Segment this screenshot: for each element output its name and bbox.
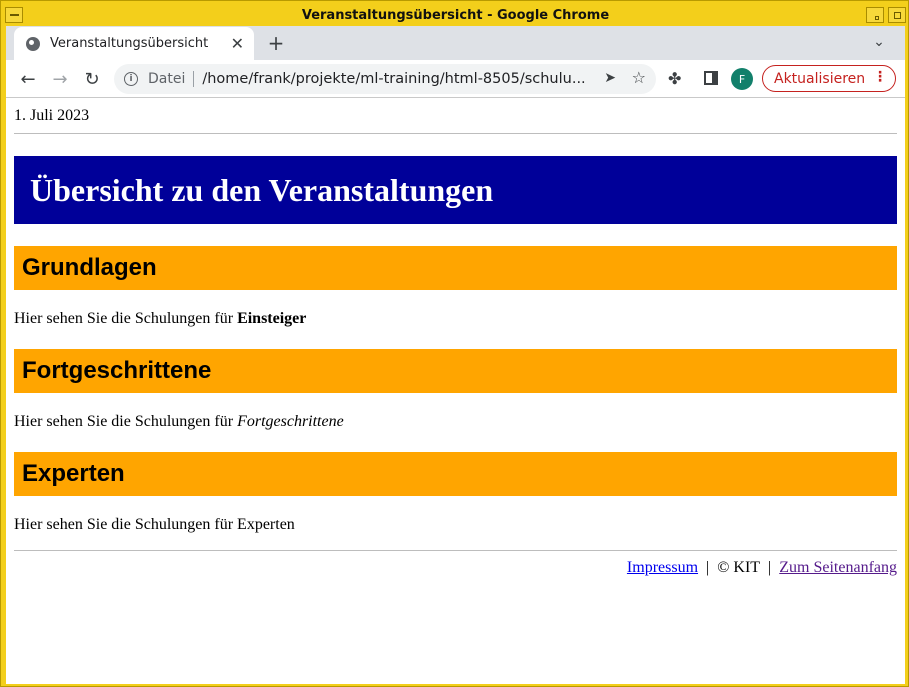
window-titlebar[interactable]: Veranstaltungsübersicht - Google Chrome	[5, 5, 906, 25]
profile-avatar[interactable]: F	[731, 68, 753, 90]
footer-separator: |	[706, 559, 710, 576]
tab-title: Veranstaltungsübersicht	[50, 36, 209, 51]
side-panel-icon[interactable]	[704, 71, 718, 85]
back-to-top-link[interactable]: Zum Seitenanfang	[779, 559, 897, 576]
section-text-prefix: Hier sehen Sie die Schulungen für	[14, 413, 238, 430]
address-bar[interactable]: i Datei /home/frank/projekte/ml-training…	[114, 64, 656, 94]
bookmark-star-icon[interactable]: ☆	[632, 68, 646, 87]
scheme-label: Datei	[148, 71, 186, 87]
send-icon[interactable]: ➤	[604, 70, 616, 86]
tab-search-button[interactable]: ⌄	[869, 32, 889, 52]
menu-dots-icon[interactable]: ⋮	[873, 69, 887, 85]
maximize-button[interactable]	[888, 7, 906, 23]
extensions-icon[interactable]: ✤	[668, 69, 681, 88]
browser-toolbar: ← → ↻ i Datei /home/frank/projekte/ml-tr…	[6, 60, 905, 98]
reload-button[interactable]: ↻	[80, 67, 104, 91]
tab-close-icon[interactable]: ✕	[231, 35, 244, 52]
maximize-icon	[893, 11, 901, 19]
back-button[interactable]: ←	[16, 67, 40, 91]
top-divider	[14, 133, 897, 134]
footer-divider	[14, 550, 897, 551]
minimize-icon	[875, 15, 879, 20]
section-text-grundlagen: Hier sehen Sie die Schulungen für Einste…	[14, 310, 897, 328]
url-text[interactable]: /home/frank/projekte/ml-training/html-85…	[202, 71, 587, 87]
browser-window: Veranstaltungsübersicht - Google Chrome …	[0, 0, 909, 687]
tab-active[interactable]: Veranstaltungsübersicht ✕	[14, 27, 254, 60]
section-heading-experten: Experten	[14, 452, 897, 496]
section-text-prefix: Hier sehen Sie die Schulungen für	[14, 310, 238, 327]
section-text-emphasis: Einsteiger	[237, 310, 307, 327]
section-heading-grundlagen: Grundlagen	[14, 246, 897, 290]
chrome-frame: Veranstaltungsübersicht ✕ + ⌄ ← → ↻ i Da…	[6, 26, 905, 684]
footer-separator: |	[768, 559, 772, 576]
window-title: Veranstaltungsübersicht - Google Chrome	[301, 7, 610, 23]
update-label: Aktualisieren	[774, 70, 866, 87]
window-menu-icon	[9, 14, 19, 16]
new-tab-button[interactable]: +	[264, 31, 288, 55]
minimize-button[interactable]	[866, 7, 884, 23]
window-menu-button[interactable]	[5, 7, 23, 23]
update-button[interactable]: Aktualisieren ⋮	[762, 65, 896, 92]
page-content: 1. Juli 2023 Übersicht zu den Veranstalt…	[6, 99, 905, 684]
section-heading-fortgeschrittene: Fortgeschrittene	[14, 349, 897, 393]
impressum-link[interactable]: Impressum	[627, 559, 698, 576]
info-icon[interactable]: i	[124, 72, 138, 86]
page-date: 1. Juli 2023	[14, 107, 90, 124]
globe-icon	[26, 36, 40, 51]
section-text-emphasis: Fortgeschrittene	[237, 413, 344, 430]
section-text-fortgeschrittene: Hier sehen Sie die Schulungen für Fortge…	[14, 413, 897, 431]
page-title: Übersicht zu den Veranstaltungen	[14, 156, 897, 224]
omnibox-divider	[193, 71, 195, 87]
forward-button[interactable]: →	[48, 67, 72, 91]
page-footer: Impressum | © KIT | Zum Seitenanfang	[14, 559, 897, 577]
copyright-text: © KIT	[717, 559, 761, 576]
section-text-experten: Hier sehen Sie die Schulungen für Expert…	[14, 516, 295, 533]
tab-strip: Veranstaltungsübersicht ✕ + ⌄	[6, 26, 905, 60]
